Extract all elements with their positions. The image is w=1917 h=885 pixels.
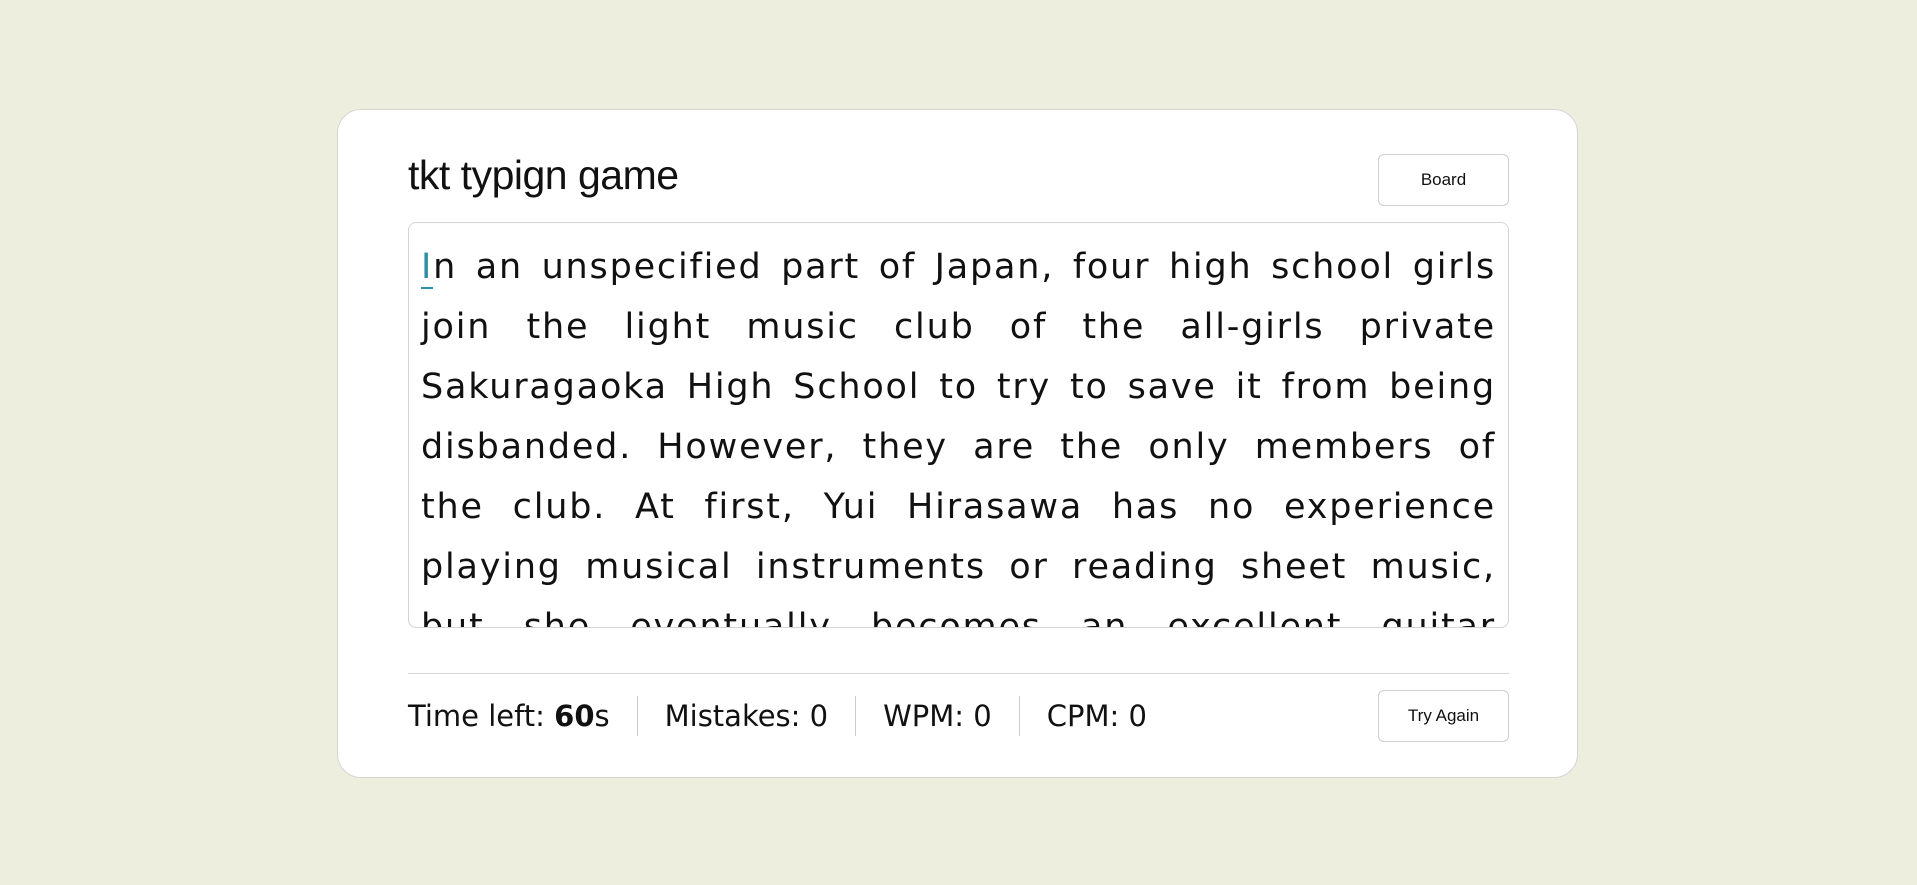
cpm-value: 0 — [1128, 699, 1147, 733]
wpm-label: WPM: — [883, 699, 974, 733]
stat-separator — [636, 696, 638, 736]
mistakes-value: 0 — [809, 699, 829, 733]
stats-divider — [408, 673, 1509, 674]
time-left-value: 60 — [554, 699, 595, 733]
page-title: tkt typign game — [408, 152, 679, 198]
wpm-value: 0 — [973, 699, 992, 733]
current-character: I — [421, 247, 434, 289]
typing-text-area[interactable]: In an unspecified part of Japan, four hi… — [408, 222, 1509, 628]
cpm-label: CPM: — [1046, 699, 1129, 733]
stat-separator — [855, 696, 857, 736]
cpm-stat: CPM: 0 — [1047, 699, 1147, 733]
typing-passage: In an unspecified part of Japan, four hi… — [421, 237, 1496, 628]
try-again-button[interactable]: Try Again — [1378, 690, 1509, 742]
time-left-label: Time left: — [408, 699, 555, 733]
mistakes-stat: Mistakes: 0 — [665, 699, 828, 733]
time-left-unit: s — [594, 699, 610, 733]
mistakes-label: Mistakes: — [664, 699, 810, 733]
time-left-stat: Time left: 60 s — [408, 699, 610, 733]
stats-bar: Time left: 60 s Mistakes: 0 WPM: 0 CPM: 0 — [408, 695, 1147, 737]
game-card: tkt typign game Board In an unspecified … — [337, 109, 1578, 778]
passage-remaining-text: n an unspecified part of Japan, four hig… — [421, 247, 1496, 628]
stat-separator — [1018, 696, 1020, 736]
board-button[interactable]: Board — [1378, 154, 1509, 206]
wpm-stat: WPM: 0 — [883, 699, 992, 733]
